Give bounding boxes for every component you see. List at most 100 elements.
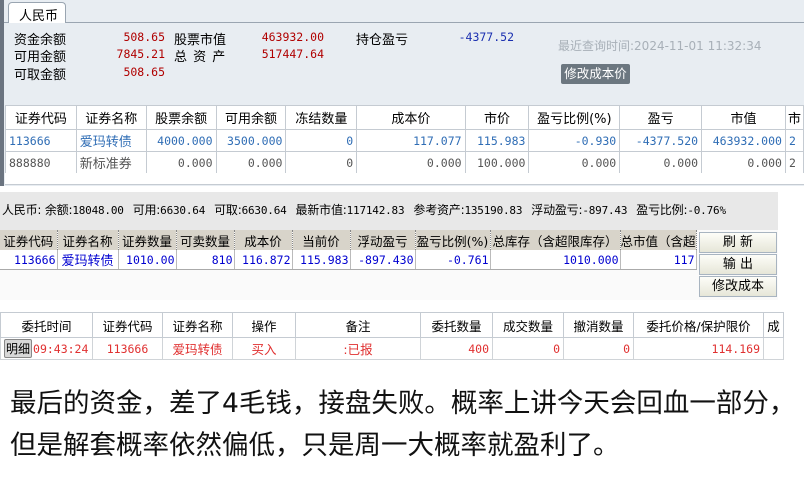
column-header[interactable]: 证券代码 [5,105,77,130]
info-value: -897.43 [582,204,628,217]
table-cell: 0.000 [528,151,621,174]
table-cell: 买入 [232,337,296,360]
info-label: 人民币: 余额: [2,203,73,217]
column-header[interactable]: 盈亏 [619,105,703,130]
column-header[interactable]: 可用余额 [215,105,287,130]
caption-text: 最后的资金，差了4毛钱，接盘失败。概率上讲今天会回血一部分，但是解套概率依然偏低… [10,388,796,461]
table-cell: 113666 [92,337,163,360]
column-header[interactable]: 委托数量 [420,312,493,338]
table-cell: 爱玛转债 [57,250,119,270]
table-cell: 0.000 [701,151,786,174]
table-cell: -0.761 [415,250,491,270]
column-header[interactable]: 备注 [295,312,421,338]
table-cell: 117.077 [356,129,466,152]
table-row[interactable]: 888880 新标准券 0.000 0.000 0 0.000 100.000 0.000 0.… [5,151,804,174]
column-header[interactable]: 总市值（含超 [620,230,697,250]
export-button[interactable]: 输 出 [699,254,777,275]
column-header[interactable]: 冻结数量 [285,105,358,130]
column-header[interactable]: 当前价 [292,230,351,250]
table-cell: -0.930 [528,129,621,152]
column-header[interactable]: 撤消数量 [563,312,634,338]
info-label: 最新市值: [295,203,347,217]
tab-rmb[interactable]: 人民币 [8,2,66,24]
column-header[interactable]: 成本价 [356,105,466,130]
cell-text: 爱玛转债 [172,342,223,357]
holdings-table: 证券代码 证券名称 证券数量 可卖数量 成本价 当前价 浮动盈亏 盈亏比例(%) 总库存（含超限… [0,230,697,270]
cell-text: 113666 [106,342,149,356]
column-header[interactable]: 盈亏比例(%) [528,105,621,130]
summary-value: 517447.64 [261,47,324,61]
column-header[interactable]: 证券名称 [162,312,233,338]
info-value: -0.76% [687,204,726,217]
column-header[interactable]: 市价 [464,105,530,130]
table-cell: 新标准券 [75,151,147,174]
info-label: 盈亏比例: [636,203,688,217]
column-header[interactable]: 操作 [232,312,296,338]
column-header[interactable]: 股票余额 [145,105,217,130]
column-header[interactable]: 市值 [701,105,786,130]
column-header[interactable]: 证券代码 [92,312,163,338]
column-header[interactable]: 委托时间 [0,312,93,338]
summary-value: 508.65 [123,30,165,44]
column-header[interactable]: 可卖数量 [176,230,235,250]
table-cell: 117 [620,250,697,270]
table-cell: 888880 [5,151,77,174]
table-cell: 2 [784,129,804,152]
modify-cost-button-2[interactable]: 修改成本 [699,276,777,297]
modify-cost-button[interactable]: 修改成本价 [561,64,630,84]
table-cell: 0.000 [619,151,703,174]
table-cell: 0 [492,337,564,360]
column-header[interactable]: 证券数量 [118,230,177,250]
refresh-button[interactable]: 刷 新 [699,232,777,253]
summary-value: 7845.21 [116,47,165,61]
info-label: 可取: [214,203,242,217]
info-value: 117142.83 [346,204,405,217]
table-cell: 0.000 [356,151,466,174]
table-row[interactable]: 113666 爱玛转债 1010.00 810 116.872 115.983 -897.4… [0,250,697,270]
table-row[interactable]: 明细 09:43:24 113666 爱玛转债 买入:已报 400 0 0 114.169 [0,337,784,360]
summary-value: 508.65 [123,65,165,79]
account-info: 人民币: 余额:18048.00 可用:6630.64 可取:6630.64 最新市值… [2,201,735,218]
table-cell: 0 [563,337,634,360]
cell-text: 09:43:24 [33,342,89,356]
info-value: 6630.64 [241,204,287,217]
cell-text: 400 [468,341,489,356]
column-header[interactable]: 证券代码 [0,230,58,250]
summary-label: 可用金额 [14,50,67,65]
cell-text: 0 [553,341,560,356]
column-header[interactable]: 证券名称 [75,105,147,130]
table-cell: -897.430 [350,250,416,270]
divider [4,22,804,23]
table-cell: 明细 09:43:24 [0,337,93,360]
table-cell: 爱玛转债 [75,129,147,152]
table-cell: 1010.000 [490,250,621,270]
info-value: 135190.83 [464,204,523,217]
column-header[interactable]: 委托价格/保护限价 [633,312,764,338]
table-cell: 115.983 [292,250,351,270]
column-header[interactable]: 证券名称 [57,230,119,250]
column-header[interactable]: 浮动盈亏 [350,230,416,250]
table-cell: 3500.000 [215,129,287,152]
summary-label: 可取金额 [14,68,67,83]
table-cell [763,337,784,360]
table-row[interactable]: 113666 爱玛转债 4000.000 3500.000 0 117.077 115.98… [5,129,804,152]
table-cell: 0 [285,151,358,174]
cell-text: 买入 [251,342,277,357]
column-header[interactable]: 成 [763,312,784,338]
column-header[interactable]: 总库存（含超限库存） [490,230,621,250]
info-label: 浮动盈亏: [531,203,583,217]
column-header[interactable]: 盈亏比例(%) [415,230,491,250]
column-header[interactable]: 成交数量 [492,312,564,338]
column-header[interactable]: 市 [784,105,804,130]
table-cell: -4377.520 [619,129,703,152]
info-value: 18048.00 [72,204,124,217]
table-cell: :已报 [295,337,421,360]
table-cell: 114.169 [633,337,764,360]
summary-value: -4377.52 [458,30,514,44]
table-cell: 113666 [5,129,77,152]
table-cell: 810 [176,250,235,270]
detail-button[interactable]: 明细 [4,339,33,358]
column-header[interactable]: 成本价 [234,230,293,250]
table-cell: 0.000 [215,151,287,174]
position-table: 证券代码 证券名称 股票余额 可用余额 冻结数量 成本价 市价 盈亏比例(%) 盈亏 市值市 11… [5,105,804,174]
